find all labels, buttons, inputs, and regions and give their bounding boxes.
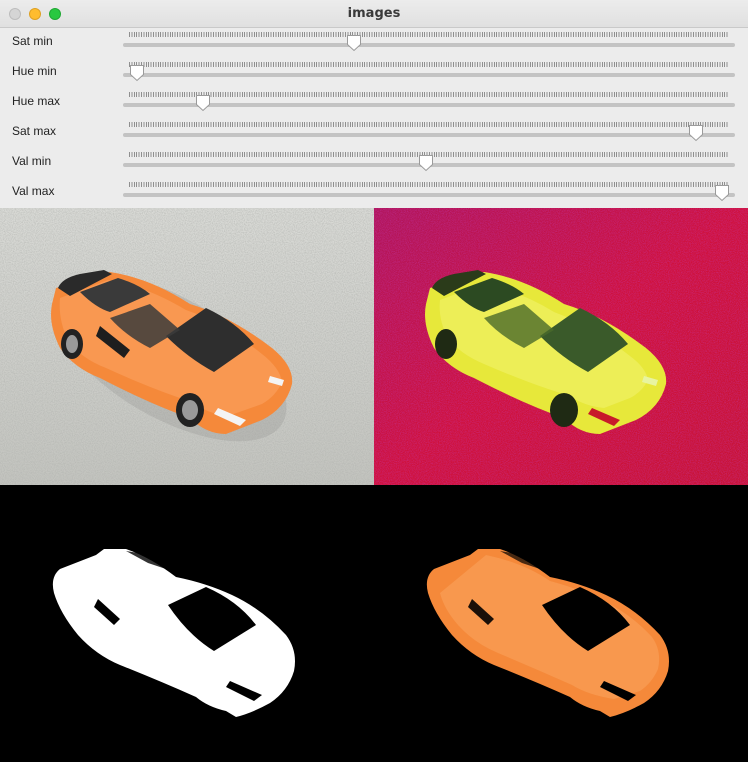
car-photo-icon [0, 208, 374, 485]
original-image-panel [0, 208, 374, 485]
slider-row-sat-max: Sat max [0, 118, 748, 148]
val-min-slider[interactable] [123, 148, 735, 178]
slider-ticks [129, 122, 729, 127]
slider-label: Sat max [12, 124, 57, 138]
slider-thumb[interactable] [418, 154, 434, 172]
slider-thumb[interactable] [346, 34, 362, 52]
slider-ticks [129, 92, 729, 97]
mask-image-panel [0, 485, 374, 762]
sat-min-slider[interactable] [123, 28, 735, 58]
car-result-icon [374, 485, 748, 762]
slider-label: Val max [12, 184, 55, 198]
slider-track[interactable] [123, 103, 735, 107]
slider-row-val-min: Val min [0, 148, 748, 178]
slider-row-hue-max: Hue max [0, 88, 748, 118]
trackbar-panel: Sat min Hue min Hue max Sat max Val min … [0, 28, 748, 208]
slider-label: Hue min [12, 64, 57, 78]
slider-label: Val min [12, 154, 52, 168]
slider-thumb[interactable] [195, 94, 211, 112]
result-image-panel [374, 485, 748, 762]
slider-track[interactable] [123, 73, 735, 77]
slider-track[interactable] [123, 43, 735, 47]
car-hsv-icon [374, 208, 748, 485]
slider-label: Hue max [12, 94, 61, 108]
hsv-image-panel [374, 208, 748, 485]
slider-row-sat-min: Sat min [0, 28, 748, 58]
sat-max-slider[interactable] [123, 118, 735, 148]
slider-thumb[interactable] [714, 184, 730, 202]
slider-row-val-max: Val max [0, 178, 748, 208]
slider-label: Sat min [12, 34, 53, 48]
val-max-slider[interactable] [123, 178, 735, 208]
slider-thumb[interactable] [129, 64, 145, 82]
hue-min-slider[interactable] [123, 58, 735, 88]
window-title: images [347, 6, 401, 21]
slider-track[interactable] [123, 193, 735, 197]
car-mask-icon [0, 485, 374, 762]
slider-track[interactable] [123, 133, 735, 137]
slider-ticks [129, 182, 729, 187]
app-window: images Sat min Hue min Hue max Sat max V… [0, 0, 748, 762]
slider-row-hue-min: Hue min [0, 58, 748, 88]
title-bar[interactable]: images [0, 0, 748, 28]
slider-ticks [129, 62, 729, 67]
slider-thumb[interactable] [688, 124, 704, 142]
slider-ticks [129, 32, 729, 37]
hue-max-slider[interactable] [123, 88, 735, 118]
